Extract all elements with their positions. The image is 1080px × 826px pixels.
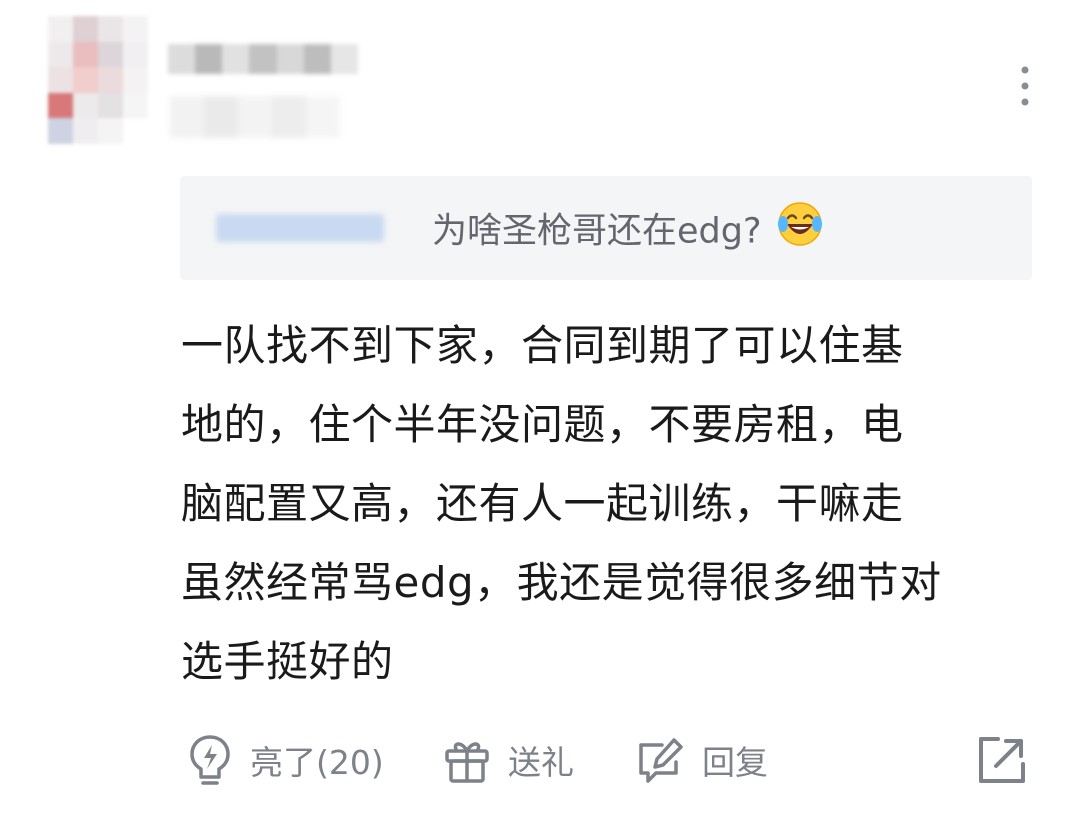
reply-button[interactable]: 回复: [636, 732, 768, 788]
share-arrow-icon[interactable]: [976, 734, 1028, 786]
gift-button[interactable]: 送礼: [442, 732, 574, 788]
gift-icon: [445, 742, 489, 783]
comment-line: 脑配置又高，还有人一起训练，干嘛走: [181, 479, 904, 528]
quoted-comment[interactable]: 为啥圣枪哥还在edg?: [180, 176, 1032, 280]
comment-line: 虽然经常骂edg，我还是觉得很多细节对: [181, 558, 942, 607]
comment-body: 一队找不到下家，合同到期了可以住基 地的，住个半年没问题，不要房租，电 脑配置又…: [181, 306, 1041, 701]
like-button[interactable]: 亮了(20): [186, 732, 384, 788]
like-count-label: 亮了(20): [250, 743, 384, 782]
quoted-comment-text: 为啥圣枪哥还在edg?: [432, 211, 762, 252]
comment-line: 选手挺好的: [181, 637, 394, 686]
username-redacted[interactable]: [168, 44, 358, 74]
avatar[interactable]: [48, 16, 148, 144]
lightning-bulb-icon: [190, 735, 230, 785]
comment-line: 一队找不到下家，合同到期了可以住基: [181, 321, 904, 370]
post-meta-redacted: [170, 96, 340, 138]
quoted-username-redacted: [216, 214, 384, 242]
reply-label: 回复: [702, 743, 768, 782]
laughing-crying-emoji-icon: [776, 200, 824, 259]
more-vertical-icon[interactable]: [1010, 64, 1040, 108]
gift-label: 送礼: [508, 743, 574, 782]
reply-pencil-icon: [639, 738, 683, 783]
comment-line: 地的，住个半年没问题，不要房租，电: [181, 400, 904, 449]
quoted-comment-line: 为啥圣枪哥还在edg?: [432, 202, 824, 259]
